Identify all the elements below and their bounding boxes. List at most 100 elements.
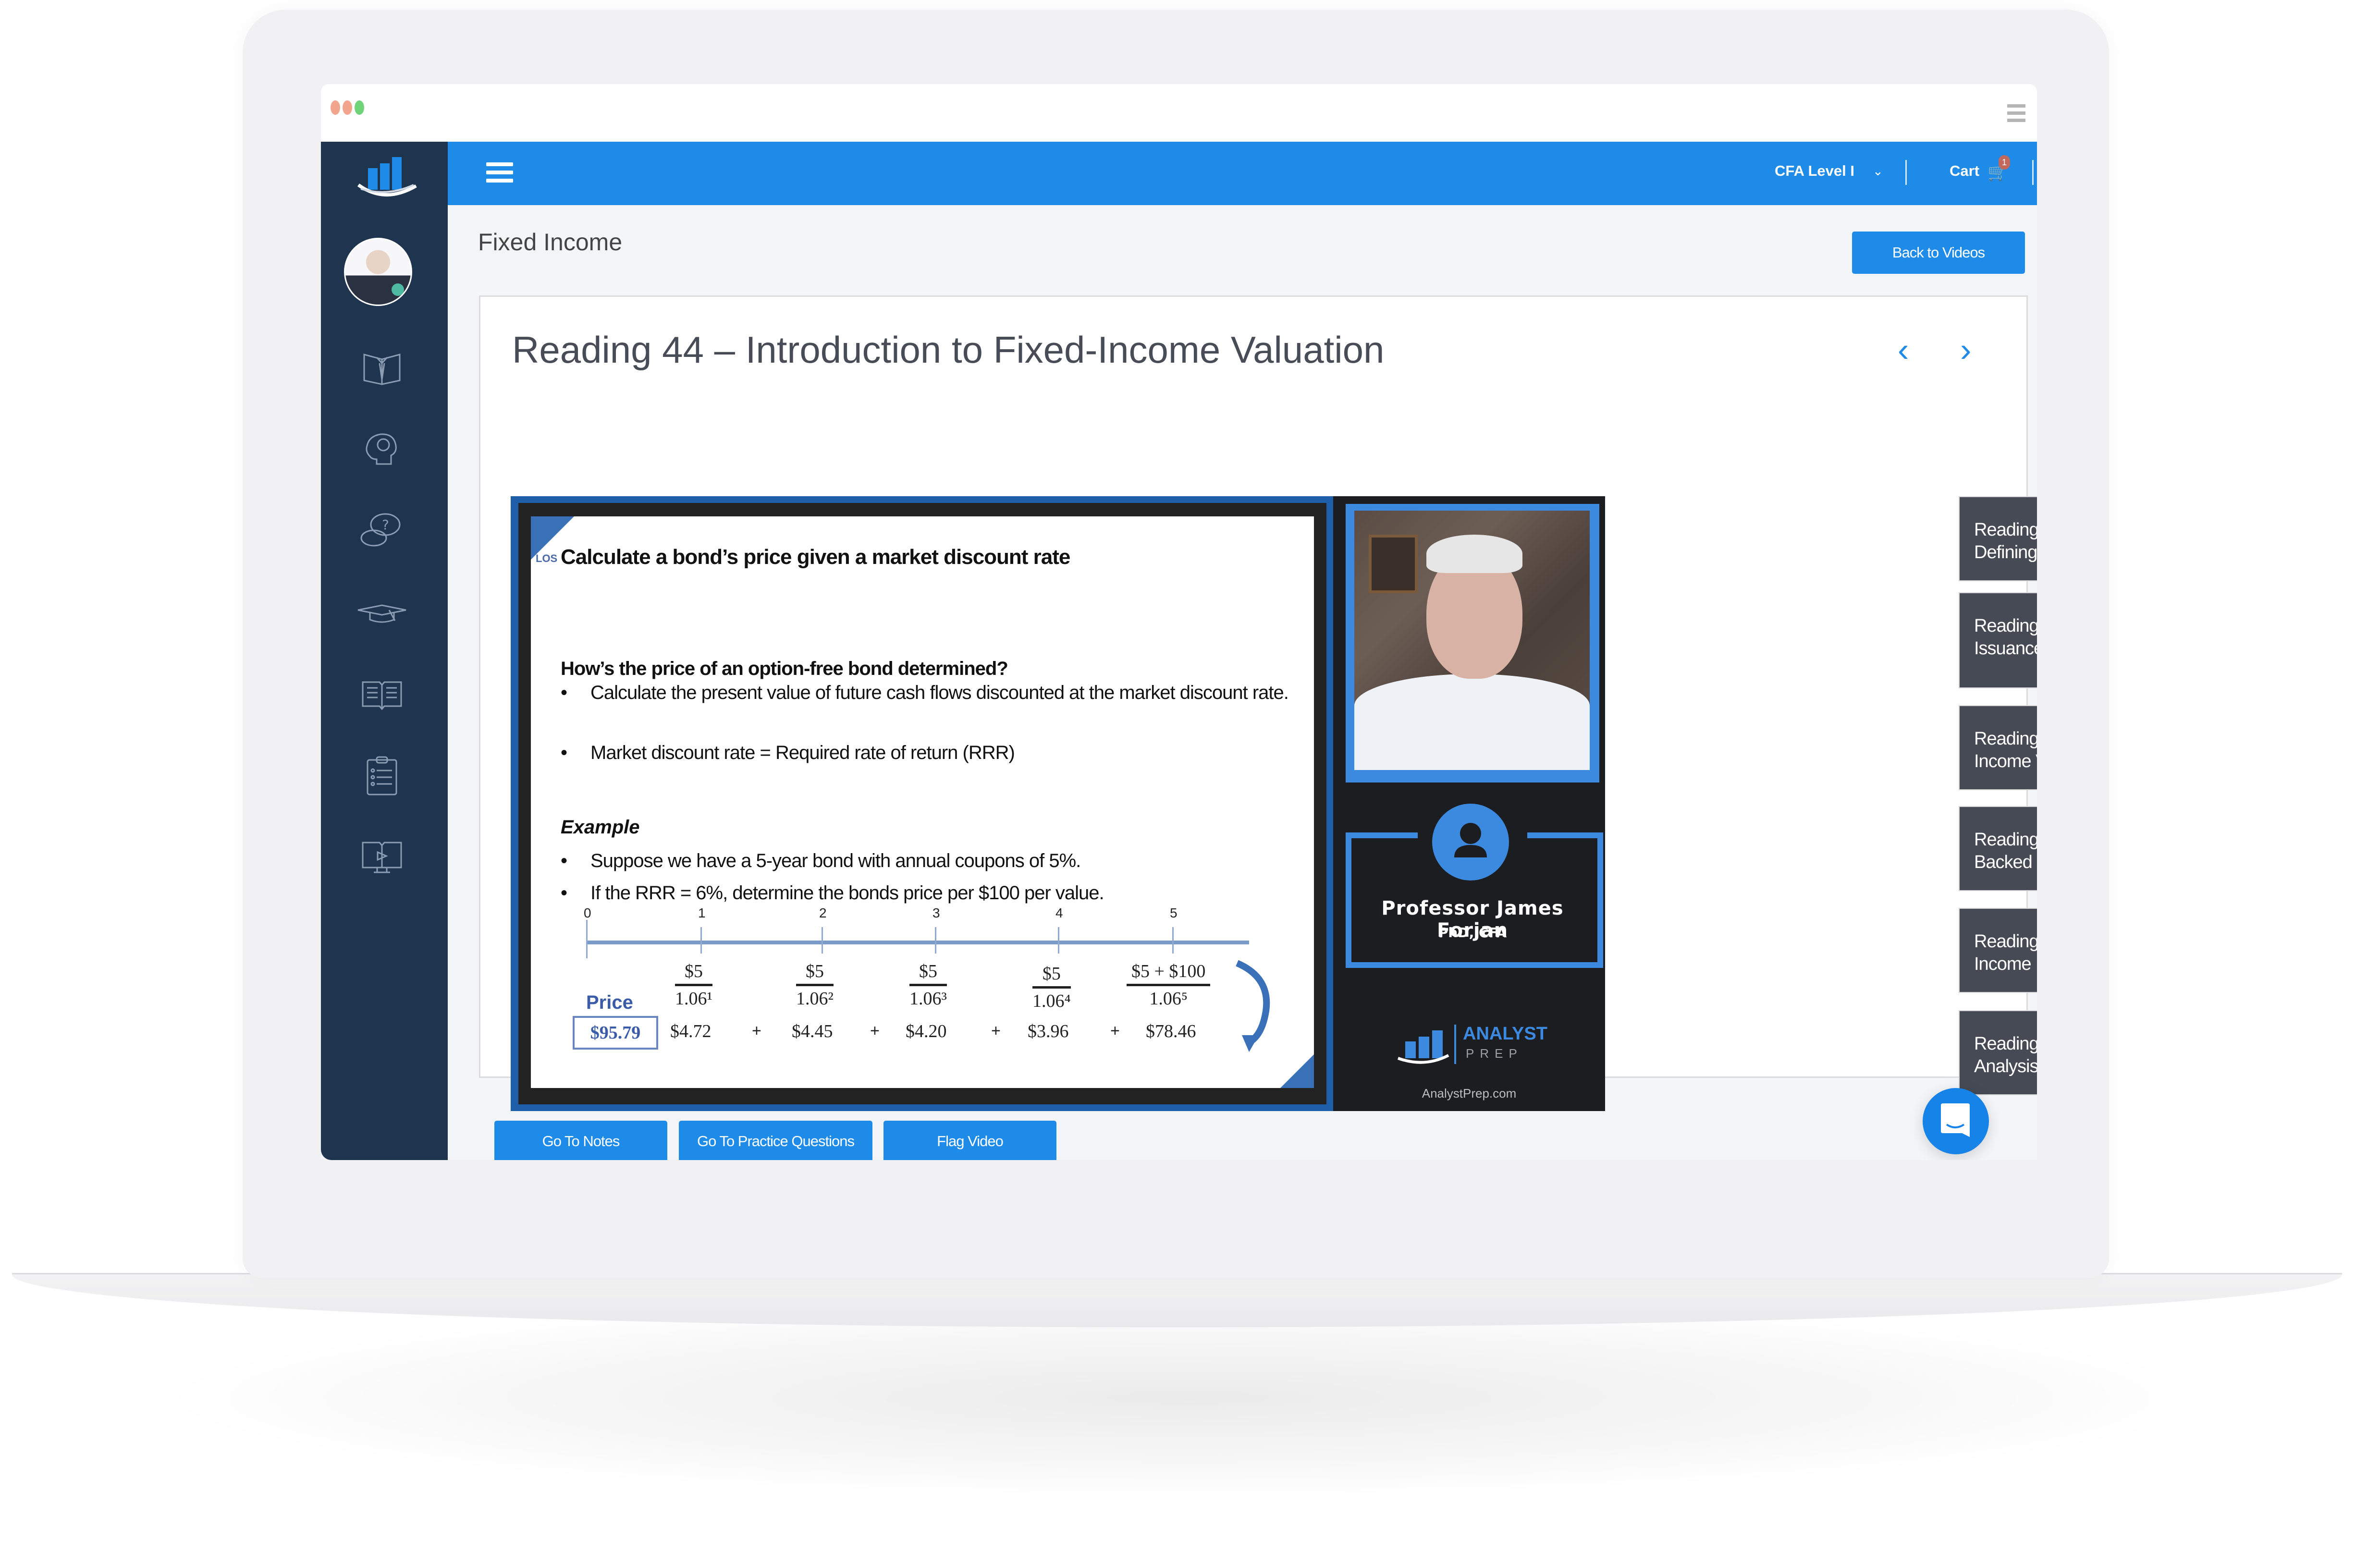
instructor-nameplate: Professor James Forjan PhD, CFA <box>1346 804 1603 985</box>
present-value: $4.72 <box>670 1021 712 1041</box>
chat-button[interactable] <box>1923 1088 1989 1154</box>
playlist-item-label: Reading 42 – Fixed-Income Securities: De… <box>1974 520 2037 563</box>
discount-fraction: $5 1.06² <box>796 961 834 1009</box>
discount-fraction: $5 1.06¹ <box>675 961 712 1009</box>
video-player[interactable]: LOS Calculate a bond’s price given a mar… <box>511 496 1605 1111</box>
timeline-tick <box>935 927 936 954</box>
playlist-item[interactable]: Reading 47 – Fundamentals of Credit Anal… <box>1959 1010 2037 1095</box>
los-tag: LOS <box>536 552 558 564</box>
flag-video-button[interactable]: Flag Video <box>883 1121 1056 1160</box>
playlist-item-label: Reading 44 – Introduction to Fixed-Incom… <box>1974 729 2037 771</box>
slide-frame: LOS Calculate a bond’s price given a mar… <box>511 496 1333 1111</box>
minimize-window-dot[interactable] <box>343 100 352 115</box>
playlist-item-label: Reading 46 – Understanding Fixed-Income … <box>1974 931 2037 974</box>
slide-corner-decoration <box>1280 1054 1314 1088</box>
brand-subname: PREP <box>1466 1046 1523 1061</box>
example-bullet: • If the RRR = 6%, determine the bonds pr… <box>561 882 1104 904</box>
playlist-item[interactable]: Reading 46 – Understanding Fixed-Income … <box>1959 908 2037 993</box>
playlist-item[interactable]: Reading 43 – Fixed-Income Markets: Issua… <box>1959 592 2037 688</box>
header-divider <box>2032 160 2034 185</box>
level-selector[interactable]: CFA Level I <box>1775 162 1854 180</box>
plus-sign: + <box>991 1022 1001 1040</box>
previous-reading-arrow-icon[interactable]: ‹ <box>1898 330 1909 369</box>
discount-fraction: $5 1.06³ <box>909 961 947 1009</box>
discount-fraction: $5 1.06⁴ <box>1032 964 1071 1011</box>
go-to-notes-button[interactable]: Go To Notes <box>494 1121 667 1160</box>
period-label: 2 <box>819 905 827 920</box>
timeline-tick <box>1172 927 1174 954</box>
present-value: $4.20 <box>906 1021 947 1041</box>
top-header: CFA Level I ⌄ Cart 🛒 1 Welcome, James Sm… <box>448 142 2037 205</box>
example-bullet: • Suppose we have a 5-year bond with annu… <box>561 850 1081 871</box>
cart-link[interactable]: Cart <box>1950 162 1979 180</box>
question-chat-icon[interactable]: ? <box>356 509 408 552</box>
price-value: $95.79 <box>573 1016 658 1050</box>
playlist-item-active[interactable]: Reading 44 – Introduction to Fixed-Incom… <box>1959 705 2037 790</box>
plus-sign: + <box>1110 1022 1120 1040</box>
present-value: $3.96 <box>1028 1021 1069 1041</box>
chevron-down-icon[interactable]: ⌄ <box>1873 164 1883 179</box>
slide-question: How’s the price of an option-free bond d… <box>561 658 1008 679</box>
book-tie-icon[interactable] <box>356 346 408 389</box>
period-label: 0 <box>584 905 591 920</box>
brand-website: AnalystPrep.com <box>1422 1086 1517 1101</box>
instructor-panel: Professor James Forjan PhD, CFA ANALYST … <box>1333 496 1605 1111</box>
sidebar: ? <box>321 142 448 1160</box>
instructor-credentials: PhD, CFA <box>1438 925 1507 941</box>
close-window-dot[interactable] <box>331 100 340 115</box>
plus-sign: + <box>752 1022 761 1040</box>
online-status-dot <box>392 283 404 296</box>
video-card: Reading 44 – Introduction to Fixed-Incom… <box>479 295 2037 1111</box>
period-label: 1 <box>698 905 706 920</box>
section-title: Fixed Income <box>478 229 623 256</box>
window-titlebar <box>321 84 2037 143</box>
lecture-slide: LOS Calculate a bond’s price given a mar… <box>531 516 1314 1088</box>
period-label: 5 <box>1170 905 1178 920</box>
slide-heading: Calculate a bond’s price given a market … <box>561 545 1070 569</box>
price-label: Price <box>586 992 633 1013</box>
sidebar-toggle-icon[interactable] <box>486 162 513 187</box>
next-reading-arrow-icon[interactable]: › <box>1960 330 1971 369</box>
laptop-base <box>12 1273 2342 1327</box>
chat-bubble-smile-icon <box>1941 1103 1970 1137</box>
slide-bullet: • Calculate the present value of future c… <box>561 682 1289 703</box>
open-book-icon[interactable] <box>356 673 408 716</box>
head-gear-icon[interactable] <box>356 428 408 471</box>
person-icon <box>1432 804 1509 880</box>
instructor-webcam <box>1354 511 1590 770</box>
timeline-tick <box>586 920 588 958</box>
cart-count-badge: 1 <box>1999 155 2010 170</box>
svg-text:?: ? <box>382 517 389 533</box>
maximize-window-dot[interactable] <box>355 100 364 115</box>
present-value: $4.45 <box>792 1021 833 1041</box>
browser-window: ? CFA Level I ⌄ Cart 🛒 1 Welcome, James … <box>321 84 2037 1160</box>
period-label: 4 <box>1055 905 1063 920</box>
playlist-item-label: Reading 47 – Fundamentals of Credit Anal… <box>1974 1034 2037 1076</box>
playlist-item-label: Reading 43 – Fixed-Income Markets: Issua… <box>1974 616 2037 659</box>
timeline-axis <box>586 941 1249 944</box>
timeline-tick <box>1058 927 1059 954</box>
curved-arrow-icon <box>1236 960 1270 1052</box>
discount-fraction: $5 + $100 1.06⁵ <box>1127 961 1211 1009</box>
graduation-cap-icon[interactable] <box>356 591 408 634</box>
playlist-item[interactable]: Reading 45 – Introduction to Asset-Backe… <box>1959 806 2037 891</box>
timeline-tick <box>700 927 702 954</box>
reading-title: Reading 44 – Introduction to Fixed-Incom… <box>512 329 1385 371</box>
playlist-item[interactable]: Reading 42 – Fixed-Income Securities: De… <box>1959 496 2037 581</box>
video-book-icon[interactable] <box>356 836 408 879</box>
plus-sign: + <box>870 1022 880 1040</box>
go-to-practice-questions-button[interactable]: Go To Practice Questions <box>679 1121 872 1160</box>
period-label: 3 <box>932 905 940 920</box>
user-avatar[interactable] <box>344 238 412 306</box>
analystprep-logo-icon[interactable] <box>344 151 426 199</box>
clipboard-list-icon[interactable] <box>356 754 408 797</box>
header-divider <box>1905 160 1907 185</box>
slide-bullet: • Market discount rate = Required rate of… <box>561 742 1015 763</box>
present-value: $78.46 <box>1146 1021 1196 1041</box>
webcam-frame <box>1346 504 1599 783</box>
laptop-shadow <box>144 1297 2234 1499</box>
hamburger-menu-icon[interactable] <box>2007 104 2025 126</box>
playlist-item-label: Reading 45 – Introduction to Asset-Backe… <box>1974 830 2037 872</box>
back-to-videos-button[interactable]: Back to Videos <box>1852 232 2025 274</box>
brand-name: ANALYST <box>1463 1024 1547 1044</box>
